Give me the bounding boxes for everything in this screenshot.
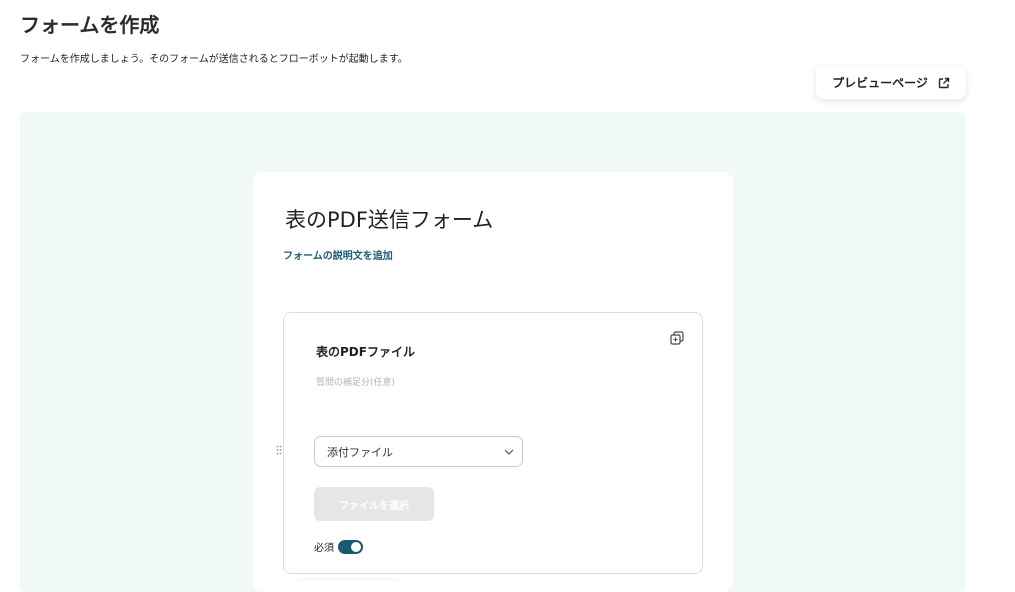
preview-page-label: プレビューページ xyxy=(832,76,928,90)
chevron-down-icon xyxy=(504,449,514,455)
question-type-select[interactable]: 添付ファイル xyxy=(314,436,523,467)
next-question-card[interactable] xyxy=(296,580,400,588)
required-row: 必須 xyxy=(314,539,363,554)
choose-file-button[interactable]: ファイルを選択 xyxy=(314,487,434,521)
preview-page-button[interactable]: プレビューページ xyxy=(816,66,966,99)
add-form-description-link[interactable]: フォームの説明文を追加 xyxy=(283,247,393,262)
toggle-knob xyxy=(351,541,361,552)
form-title[interactable]: 表のPDF送信フォーム xyxy=(285,204,493,234)
question-card[interactable]: 表のPDFファイル 質問の補足分(任意) 添付ファイル ファイルを選択 必須 xyxy=(276,312,703,574)
form-card: 表のPDF送信フォーム フォームの説明文を追加 表のPDFファイル 質問の補足分… xyxy=(253,172,733,592)
question-label[interactable]: 表のPDFファイル xyxy=(316,343,415,360)
required-toggle[interactable] xyxy=(338,539,363,554)
question-help-text[interactable]: 質問の補足分(任意) xyxy=(316,375,395,388)
page-title: フォームを作成 xyxy=(20,13,160,37)
drag-handle-icon[interactable] xyxy=(276,445,282,455)
question-type-value: 添付ファイル xyxy=(327,445,393,459)
external-link-icon xyxy=(938,77,950,88)
required-label: 必須 xyxy=(314,543,334,554)
duplicate-icon[interactable] xyxy=(670,331,684,345)
page-subtitle: フォームを作成しましょう。そのフォームが送信されるとフローボットが起動します。 xyxy=(20,54,408,65)
